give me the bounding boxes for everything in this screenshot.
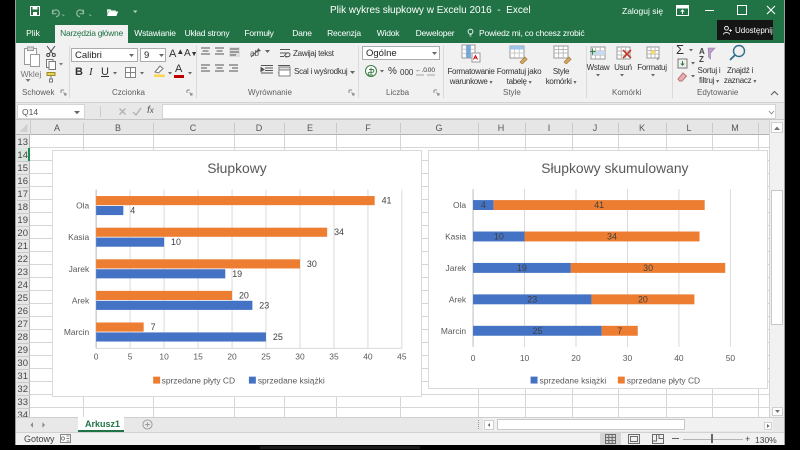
svg-text:sprzedane płyty CD: sprzedane płyty CD (627, 376, 700, 386)
svg-text:Jarek: Jarek (446, 263, 467, 273)
svg-text:0: 0 (471, 353, 476, 363)
svg-text:34: 34 (334, 227, 344, 237)
svg-text:20: 20 (638, 294, 648, 304)
svg-text:5: 5 (128, 351, 133, 361)
svg-text:Ola: Ola (453, 200, 466, 210)
svg-text:Marcin: Marcin (64, 327, 90, 337)
svg-text:Arek: Arek (449, 294, 467, 304)
svg-text:10: 10 (520, 353, 530, 363)
svg-text:Arek: Arek (72, 295, 90, 305)
svg-text:30: 30 (307, 259, 317, 269)
svg-text:23: 23 (259, 300, 269, 310)
svg-text:40: 40 (363, 351, 373, 361)
svg-text:15: 15 (193, 351, 203, 361)
svg-text:41: 41 (382, 196, 392, 206)
svg-text:4: 4 (481, 200, 486, 210)
svg-text:19: 19 (232, 269, 242, 279)
svg-text:Ola: Ola (76, 201, 89, 211)
svg-text:30: 30 (643, 263, 653, 273)
svg-text:sprzedane książki: sprzedane książki (539, 376, 606, 386)
svg-text:25: 25 (273, 332, 283, 342)
svg-text:23: 23 (527, 294, 537, 304)
svg-text:30: 30 (295, 351, 305, 361)
svg-text:35: 35 (329, 351, 339, 361)
svg-text:40: 40 (674, 353, 684, 363)
svg-text:10: 10 (159, 351, 169, 361)
svg-text:20: 20 (571, 353, 581, 363)
svg-text:sprzedane płyty CD: sprzedane płyty CD (162, 376, 235, 386)
svg-text:34: 34 (607, 231, 617, 241)
svg-text:20: 20 (227, 351, 237, 361)
svg-text:Słupkowy: Słupkowy (207, 160, 266, 176)
svg-text:Z: Z (699, 55, 704, 63)
svg-text:7: 7 (617, 326, 622, 336)
svg-text:25: 25 (532, 326, 542, 336)
svg-text:.00: .00 (426, 67, 435, 74)
svg-text:ab: ab (250, 49, 259, 58)
svg-text:20: 20 (239, 290, 249, 300)
svg-text:45: 45 (397, 351, 407, 361)
svg-text:Marcin: Marcin (441, 326, 467, 336)
svg-text:0: 0 (94, 351, 99, 361)
svg-text:30: 30 (623, 353, 633, 363)
svg-text:Kasia: Kasia (445, 231, 466, 241)
svg-text:41: 41 (594, 200, 604, 210)
svg-text:Kasia: Kasia (68, 232, 89, 242)
svg-text:19: 19 (517, 263, 527, 273)
svg-text:4: 4 (130, 205, 135, 215)
svg-text:7: 7 (151, 322, 156, 332)
svg-text:10: 10 (171, 237, 181, 247)
svg-text:Słupkowy skumulowany: Słupkowy skumulowany (541, 160, 688, 176)
svg-text:Jarek: Jarek (69, 264, 90, 274)
svg-text:25: 25 (261, 351, 271, 361)
svg-text:10: 10 (494, 231, 504, 241)
svg-text:sprzedane książki: sprzedane książki (258, 376, 325, 386)
svg-text:50: 50 (726, 353, 736, 363)
